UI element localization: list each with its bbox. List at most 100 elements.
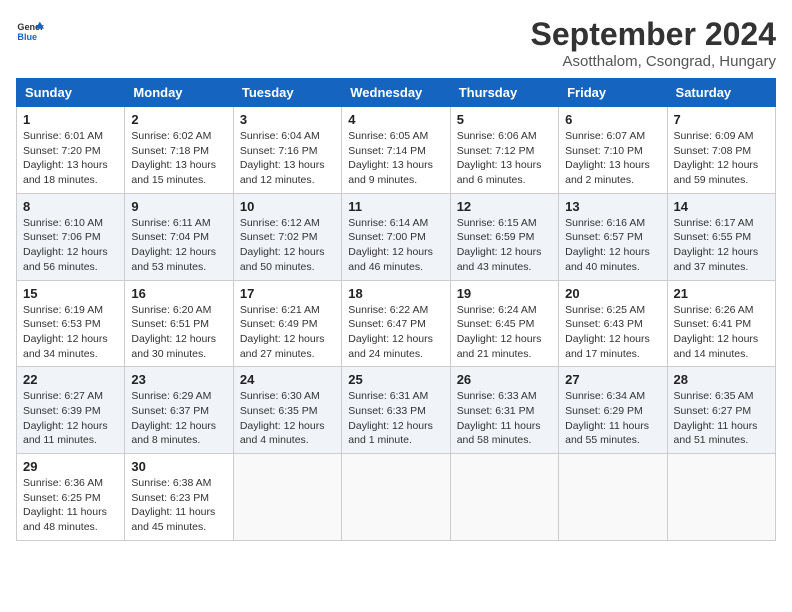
column-header-wednesday: Wednesday xyxy=(342,79,450,107)
day-number: 5 xyxy=(457,112,552,127)
calendar-cell: 29 Sunrise: 6:36 AMSunset: 6:25 PMDaylig… xyxy=(17,454,125,541)
day-number: 18 xyxy=(348,286,443,301)
calendar-cell: 26 Sunrise: 6:33 AMSunset: 6:31 PMDaylig… xyxy=(450,367,558,454)
day-number: 22 xyxy=(23,372,118,387)
day-info: Sunrise: 6:17 AMSunset: 6:55 PMDaylight:… xyxy=(674,216,769,275)
day-number: 11 xyxy=(348,199,443,214)
day-info: Sunrise: 6:26 AMSunset: 6:41 PMDaylight:… xyxy=(674,303,769,362)
calendar-cell xyxy=(450,454,558,541)
svg-text:Blue: Blue xyxy=(17,32,37,42)
logo-icon: General Blue xyxy=(16,16,44,44)
calendar-cell xyxy=(342,454,450,541)
day-number: 15 xyxy=(23,286,118,301)
day-number: 17 xyxy=(240,286,335,301)
calendar-cell: 23 Sunrise: 6:29 AMSunset: 6:37 PMDaylig… xyxy=(125,367,233,454)
calendar-cell: 7 Sunrise: 6:09 AMSunset: 7:08 PMDayligh… xyxy=(667,107,775,194)
calendar-cell: 20 Sunrise: 6:25 AMSunset: 6:43 PMDaylig… xyxy=(559,280,667,367)
day-number: 16 xyxy=(131,286,226,301)
day-number: 6 xyxy=(565,112,660,127)
day-info: Sunrise: 6:36 AMSunset: 6:25 PMDaylight:… xyxy=(23,476,118,535)
day-number: 9 xyxy=(131,199,226,214)
day-info: Sunrise: 6:15 AMSunset: 6:59 PMDaylight:… xyxy=(457,216,552,275)
day-number: 20 xyxy=(565,286,660,301)
calendar-cell: 19 Sunrise: 6:24 AMSunset: 6:45 PMDaylig… xyxy=(450,280,558,367)
day-number: 27 xyxy=(565,372,660,387)
day-number: 14 xyxy=(674,199,769,214)
calendar-cell: 10 Sunrise: 6:12 AMSunset: 7:02 PMDaylig… xyxy=(233,193,341,280)
calendar-cell: 13 Sunrise: 6:16 AMSunset: 6:57 PMDaylig… xyxy=(559,193,667,280)
calendar-cell: 4 Sunrise: 6:05 AMSunset: 7:14 PMDayligh… xyxy=(342,107,450,194)
day-number: 10 xyxy=(240,199,335,214)
day-number: 30 xyxy=(131,459,226,474)
day-info: Sunrise: 6:22 AMSunset: 6:47 PMDaylight:… xyxy=(348,303,443,362)
day-number: 8 xyxy=(23,199,118,214)
day-number: 29 xyxy=(23,459,118,474)
day-info: Sunrise: 6:02 AMSunset: 7:18 PMDaylight:… xyxy=(131,129,226,188)
day-number: 19 xyxy=(457,286,552,301)
calendar-cell: 21 Sunrise: 6:26 AMSunset: 6:41 PMDaylig… xyxy=(667,280,775,367)
calendar-cell: 22 Sunrise: 6:27 AMSunset: 6:39 PMDaylig… xyxy=(17,367,125,454)
day-number: 13 xyxy=(565,199,660,214)
day-number: 23 xyxy=(131,372,226,387)
day-info: Sunrise: 6:21 AMSunset: 6:49 PMDaylight:… xyxy=(240,303,335,362)
column-header-monday: Monday xyxy=(125,79,233,107)
day-info: Sunrise: 6:31 AMSunset: 6:33 PMDaylight:… xyxy=(348,389,443,448)
calendar-cell: 25 Sunrise: 6:31 AMSunset: 6:33 PMDaylig… xyxy=(342,367,450,454)
day-info: Sunrise: 6:12 AMSunset: 7:02 PMDaylight:… xyxy=(240,216,335,275)
calendar-cell: 30 Sunrise: 6:38 AMSunset: 6:23 PMDaylig… xyxy=(125,454,233,541)
calendar-cell: 8 Sunrise: 6:10 AMSunset: 7:06 PMDayligh… xyxy=(17,193,125,280)
calendar-cell: 14 Sunrise: 6:17 AMSunset: 6:55 PMDaylig… xyxy=(667,193,775,280)
column-header-tuesday: Tuesday xyxy=(233,79,341,107)
day-number: 28 xyxy=(674,372,769,387)
column-header-saturday: Saturday xyxy=(667,79,775,107)
calendar-week-row: 8 Sunrise: 6:10 AMSunset: 7:06 PMDayligh… xyxy=(17,193,776,280)
calendar-cell: 16 Sunrise: 6:20 AMSunset: 6:51 PMDaylig… xyxy=(125,280,233,367)
day-info: Sunrise: 6:10 AMSunset: 7:06 PMDaylight:… xyxy=(23,216,118,275)
calendar-cell: 15 Sunrise: 6:19 AMSunset: 6:53 PMDaylig… xyxy=(17,280,125,367)
day-info: Sunrise: 6:29 AMSunset: 6:37 PMDaylight:… xyxy=(131,389,226,448)
calendar-cell: 17 Sunrise: 6:21 AMSunset: 6:49 PMDaylig… xyxy=(233,280,341,367)
calendar-week-row: 22 Sunrise: 6:27 AMSunset: 6:39 PMDaylig… xyxy=(17,367,776,454)
day-info: Sunrise: 6:33 AMSunset: 6:31 PMDaylight:… xyxy=(457,389,552,448)
calendar-cell xyxy=(233,454,341,541)
page-header: General Blue September 2024 Asotthalom, … xyxy=(16,16,776,70)
day-info: Sunrise: 6:38 AMSunset: 6:23 PMDaylight:… xyxy=(131,476,226,535)
day-info: Sunrise: 6:30 AMSunset: 6:35 PMDaylight:… xyxy=(240,389,335,448)
calendar-cell: 11 Sunrise: 6:14 AMSunset: 7:00 PMDaylig… xyxy=(342,193,450,280)
day-info: Sunrise: 6:34 AMSunset: 6:29 PMDaylight:… xyxy=(565,389,660,448)
column-header-thursday: Thursday xyxy=(450,79,558,107)
calendar-header-row: SundayMondayTuesdayWednesdayThursdayFrid… xyxy=(17,79,776,107)
calendar-cell: 27 Sunrise: 6:34 AMSunset: 6:29 PMDaylig… xyxy=(559,367,667,454)
day-number: 3 xyxy=(240,112,335,127)
day-info: Sunrise: 6:14 AMSunset: 7:00 PMDaylight:… xyxy=(348,216,443,275)
day-number: 12 xyxy=(457,199,552,214)
day-info: Sunrise: 6:24 AMSunset: 6:45 PMDaylight:… xyxy=(457,303,552,362)
calendar-week-row: 15 Sunrise: 6:19 AMSunset: 6:53 PMDaylig… xyxy=(17,280,776,367)
day-info: Sunrise: 6:06 AMSunset: 7:12 PMDaylight:… xyxy=(457,129,552,188)
day-number: 25 xyxy=(348,372,443,387)
calendar-cell: 28 Sunrise: 6:35 AMSunset: 6:27 PMDaylig… xyxy=(667,367,775,454)
day-info: Sunrise: 6:05 AMSunset: 7:14 PMDaylight:… xyxy=(348,129,443,188)
calendar-cell: 5 Sunrise: 6:06 AMSunset: 7:12 PMDayligh… xyxy=(450,107,558,194)
column-header-sunday: Sunday xyxy=(17,79,125,107)
calendar-cell: 24 Sunrise: 6:30 AMSunset: 6:35 PMDaylig… xyxy=(233,367,341,454)
calendar-cell xyxy=(559,454,667,541)
day-info: Sunrise: 6:07 AMSunset: 7:10 PMDaylight:… xyxy=(565,129,660,188)
calendar-cell: 6 Sunrise: 6:07 AMSunset: 7:10 PMDayligh… xyxy=(559,107,667,194)
location: Asotthalom, Csongrad, Hungary xyxy=(531,53,776,70)
calendar-cell: 2 Sunrise: 6:02 AMSunset: 7:18 PMDayligh… xyxy=(125,107,233,194)
title-block: September 2024 Asotthalom, Csongrad, Hun… xyxy=(531,16,776,70)
calendar-week-row: 1 Sunrise: 6:01 AMSunset: 7:20 PMDayligh… xyxy=(17,107,776,194)
day-info: Sunrise: 6:25 AMSunset: 6:43 PMDaylight:… xyxy=(565,303,660,362)
day-info: Sunrise: 6:11 AMSunset: 7:04 PMDaylight:… xyxy=(131,216,226,275)
day-info: Sunrise: 6:16 AMSunset: 6:57 PMDaylight:… xyxy=(565,216,660,275)
day-info: Sunrise: 6:20 AMSunset: 6:51 PMDaylight:… xyxy=(131,303,226,362)
column-header-friday: Friday xyxy=(559,79,667,107)
day-info: Sunrise: 6:09 AMSunset: 7:08 PMDaylight:… xyxy=(674,129,769,188)
calendar-table: SundayMondayTuesdayWednesdayThursdayFrid… xyxy=(16,78,776,541)
calendar-cell: 1 Sunrise: 6:01 AMSunset: 7:20 PMDayligh… xyxy=(17,107,125,194)
calendar-cell: 18 Sunrise: 6:22 AMSunset: 6:47 PMDaylig… xyxy=(342,280,450,367)
day-info: Sunrise: 6:35 AMSunset: 6:27 PMDaylight:… xyxy=(674,389,769,448)
month-title: September 2024 xyxy=(531,16,776,53)
logo: General Blue xyxy=(16,16,44,44)
